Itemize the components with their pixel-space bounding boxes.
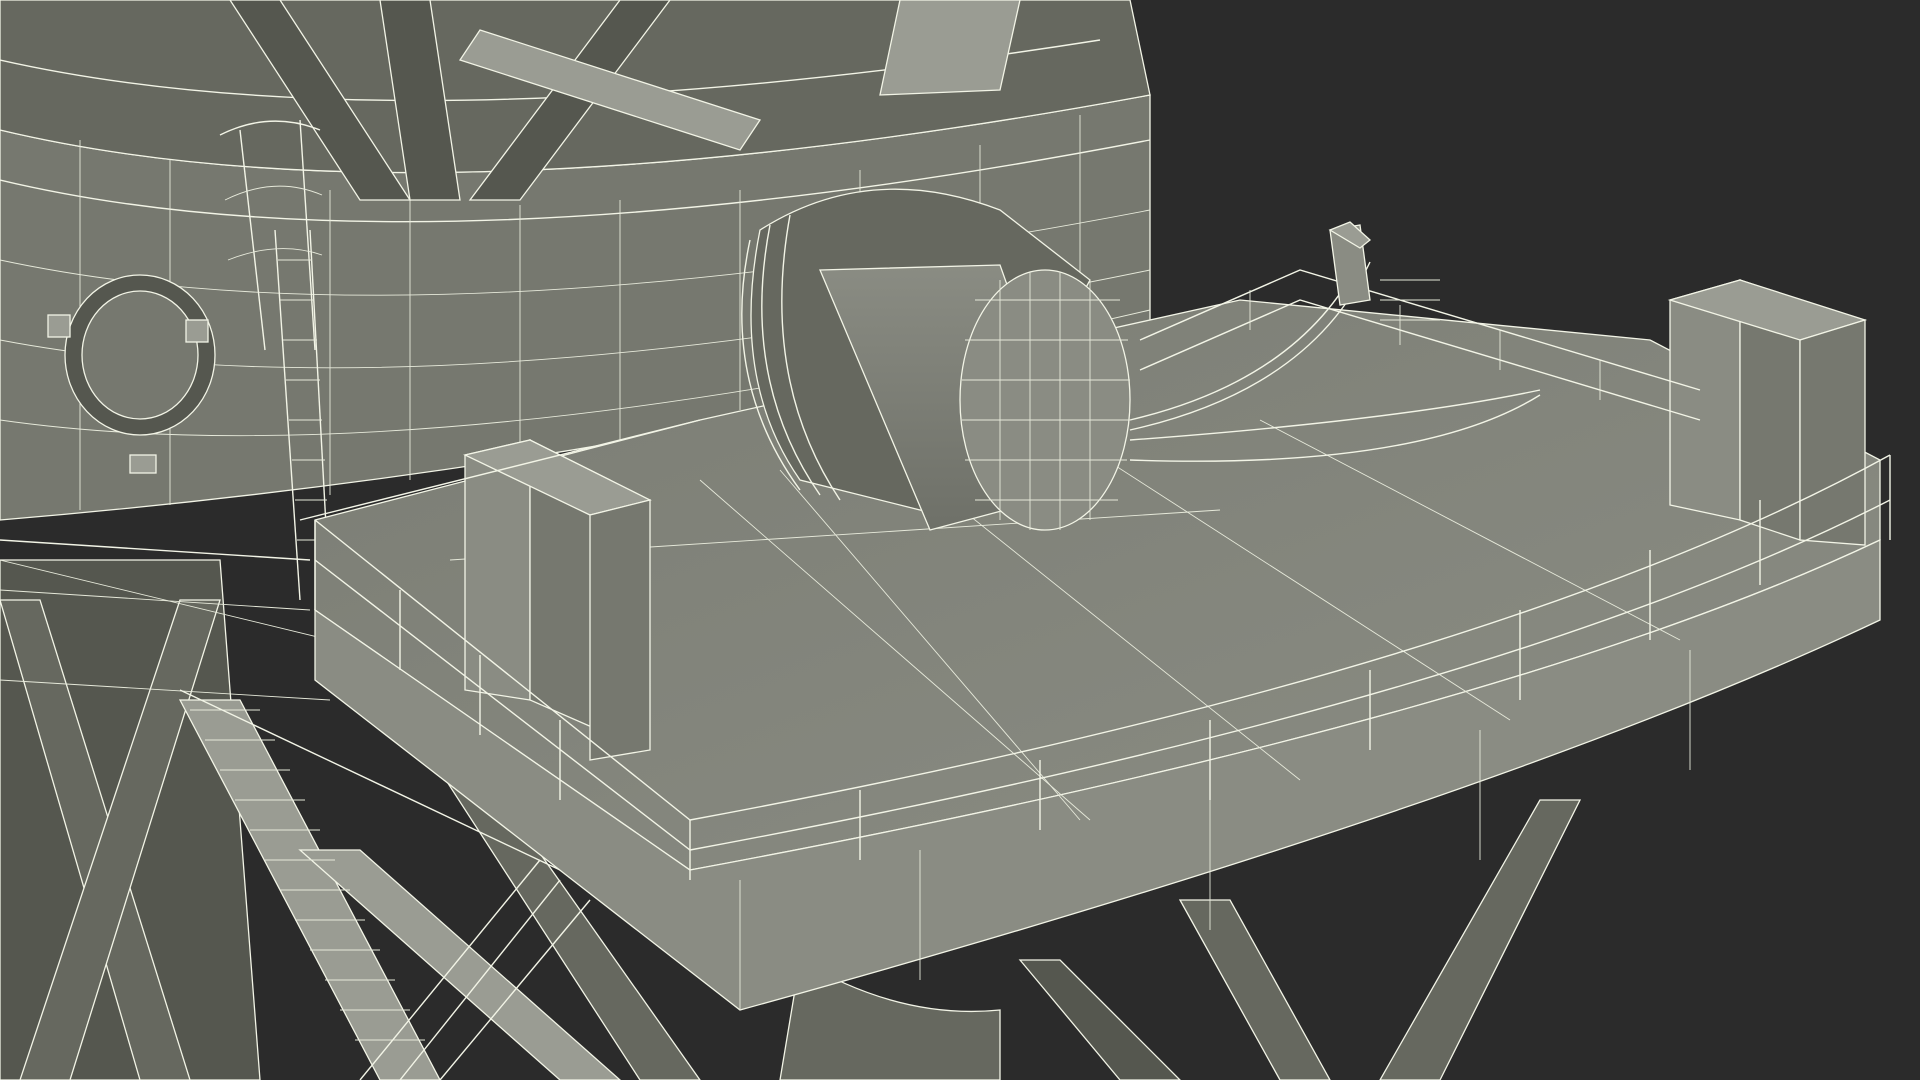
cabinet-right: [1667, 279, 1868, 546]
control-panel: [1328, 221, 1440, 321]
render-viewport: [0, 0, 1920, 1080]
wireframe-platform-render: [0, 0, 1891, 1080]
